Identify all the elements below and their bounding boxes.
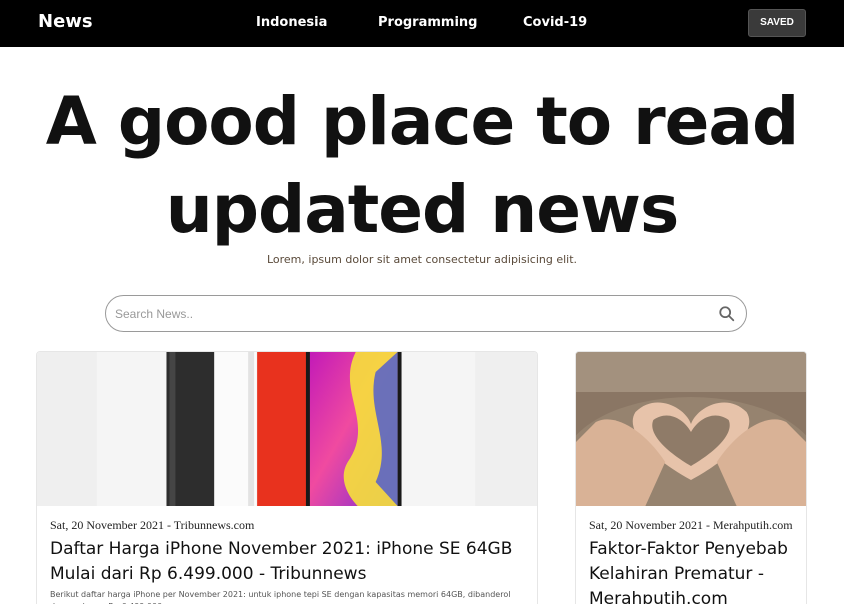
hero-title: A good place to read updated news: [0, 78, 844, 254]
article-meta: Sat, 20 November 2021 - Tribunnews.com: [50, 518, 255, 532]
article-meta: Sat, 20 November 2021 - Merahputih.com: [589, 518, 793, 532]
article-title[interactable]: Daftar Harga iPhone November 2021: iPhon…: [50, 537, 527, 587]
hero-subtitle: Lorem, ipsum dolor sit amet consectetur …: [266, 253, 578, 266]
saved-button[interactable]: SAVED: [748, 9, 806, 37]
article-card[interactable]: Sat, 20 November 2021 - Tribunnews.com D…: [36, 351, 538, 604]
article-image-pregnancy[interactable]: [576, 352, 806, 506]
nav-link-programming[interactable]: Programming: [378, 15, 477, 30]
article-description: Berikut daftar harga iPhone per November…: [50, 590, 511, 604]
search-input[interactable]: [115, 305, 675, 323]
nav-link-indonesia[interactable]: Indonesia: [256, 15, 327, 30]
search-icon[interactable]: [718, 305, 736, 323]
article-title[interactable]: Faktor-Faktor Penyebab Kelahiran Prematu…: [589, 537, 796, 604]
hero-title-line-1: A good place to read: [45, 83, 799, 160]
nav-link-covid[interactable]: Covid-19: [523, 15, 587, 30]
hero-title-line-2: updated news: [165, 171, 680, 248]
article-body: Sat, 20 November 2021 - Tribunnews.com D…: [50, 518, 527, 604]
article-body: Sat, 20 November 2021 - Merahputih.com F…: [589, 518, 796, 604]
top-navbar: News Indonesia Programming Covid-19 SAVE…: [0, 0, 844, 47]
brand-logo[interactable]: News: [38, 11, 93, 32]
article-image-iphones[interactable]: [37, 352, 537, 506]
search-bar: [105, 295, 747, 332]
article-card[interactable]: Sat, 20 November 2021 - Merahputih.com F…: [575, 351, 807, 604]
